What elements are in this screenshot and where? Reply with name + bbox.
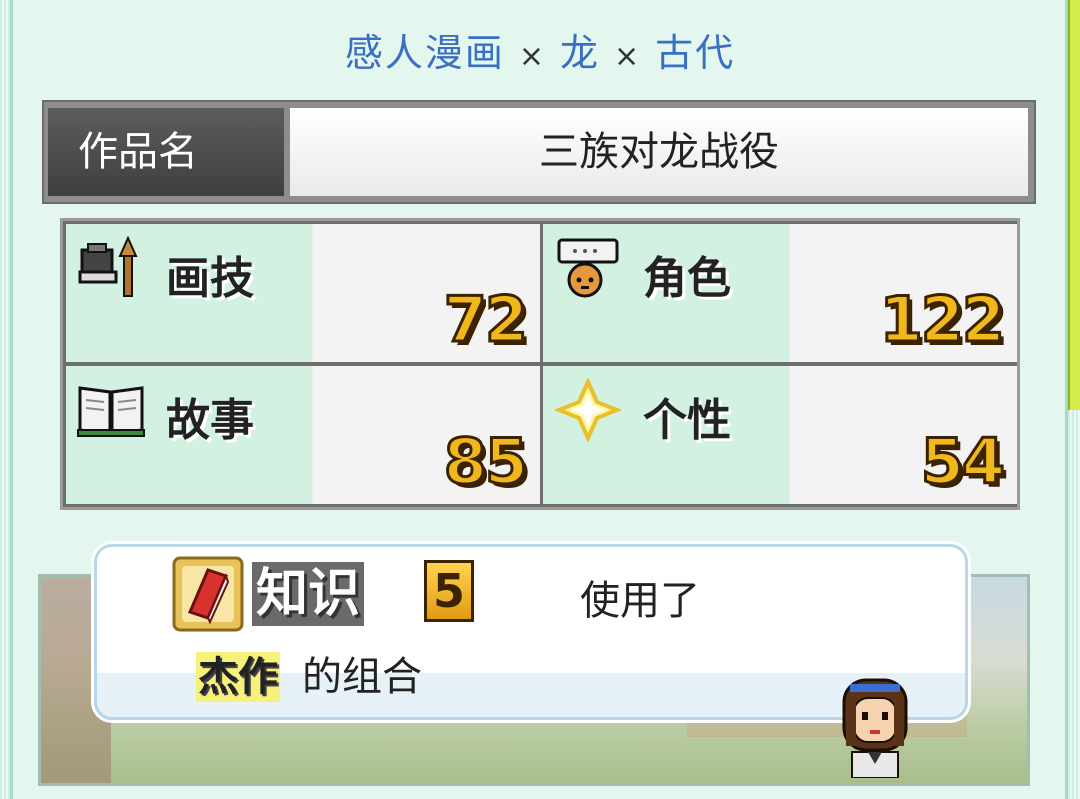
stat-cell-drawing: 画技 72 bbox=[66, 224, 540, 362]
masterpiece-highlight: 杰作 bbox=[196, 652, 280, 702]
knowledge-book-icon bbox=[172, 556, 244, 632]
left-decor-strip bbox=[0, 0, 10, 799]
stat-cell-character: 角色 122 bbox=[543, 224, 1017, 362]
stat-label-story: 故事 bbox=[166, 395, 254, 446]
sparkle-icon bbox=[553, 378, 623, 442]
stat-cell-personality: 个性 54 bbox=[543, 366, 1017, 504]
paint-brush-icon bbox=[78, 236, 138, 297]
open-book-icon bbox=[77, 386, 145, 437]
stats-grid: 画技 72 角色 122 故事 85 个性 54 bbox=[60, 218, 1020, 510]
right-decor-strip bbox=[1068, 410, 1080, 799]
stat-value-personality: 54 bbox=[919, 424, 1006, 500]
genre-part-1: 感人漫画 bbox=[344, 31, 505, 75]
genre-separator: × bbox=[518, 39, 546, 74]
genre-part-2: 龙 bbox=[559, 31, 600, 75]
stat-cell-story: 故事 85 bbox=[66, 366, 540, 504]
stat-value-drawing: 72 bbox=[442, 282, 529, 358]
work-title-value: 三族对龙战役 bbox=[290, 108, 1028, 196]
genre-separator: × bbox=[614, 39, 642, 74]
combo-text: 的组合 bbox=[302, 654, 422, 700]
stat-value-story: 85 bbox=[442, 424, 529, 500]
stat-label-drawing: 画技 bbox=[166, 253, 254, 304]
genre-combo: 感人漫画 × 龙 × 古代 bbox=[0, 22, 1080, 77]
work-title-label: 作品名 bbox=[48, 108, 284, 196]
work-title-bar: 作品名 三族对龙战役 bbox=[42, 100, 1036, 204]
genre-part-3: 古代 bbox=[655, 31, 736, 75]
knowledge-label: 知识 bbox=[252, 562, 365, 626]
used-text: 使用了 bbox=[580, 578, 700, 624]
stat-label-personality: 个性 bbox=[643, 395, 731, 446]
knowledge-value-badge: 5 bbox=[424, 560, 474, 622]
assistant-avatar bbox=[842, 678, 908, 778]
stat-label-character: 角色 bbox=[643, 253, 731, 304]
character-speech-icon bbox=[557, 238, 619, 298]
stat-value-character: 122 bbox=[878, 282, 1006, 358]
